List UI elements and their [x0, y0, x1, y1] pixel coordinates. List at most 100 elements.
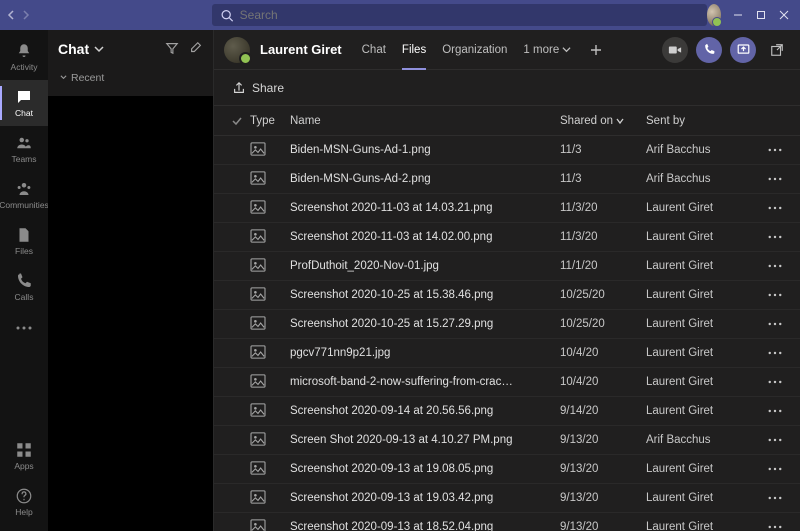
file-sent-by: Laurent Giret	[646, 347, 756, 359]
file-row-more-button[interactable]	[756, 380, 782, 384]
row-checkbox[interactable]	[224, 144, 250, 156]
file-row[interactable]: Screenshot 2020-10-25 at 15.27.29.png10/…	[214, 310, 800, 339]
rail-calls[interactable]: Calls	[0, 264, 48, 310]
window-close-button[interactable]	[773, 0, 796, 30]
window-maximize-button[interactable]	[750, 0, 773, 30]
file-row[interactable]: Screenshot 2020-09-13 at 19.03.42.png9/1…	[214, 484, 800, 513]
tab-files[interactable]: Files	[394, 30, 434, 70]
file-row-more-button[interactable]	[756, 351, 782, 355]
file-row-more-button[interactable]	[756, 438, 782, 442]
file-row-more-button[interactable]	[756, 496, 782, 500]
chat-panel-title[interactable]: Chat	[58, 41, 89, 57]
audio-call-button[interactable]	[696, 37, 722, 63]
rail-more[interactable]	[0, 310, 48, 346]
file-row[interactable]: Screenshot 2020-09-14 at 20.56.56.png9/1…	[214, 397, 800, 426]
file-row[interactable]: Biden-MSN-Guns-Ad-1.png11/3Arif Bacchus	[214, 136, 800, 165]
search-icon	[220, 9, 234, 22]
file-name[interactable]: Screenshot 2020-10-25 at 15.38.46.png	[290, 289, 560, 301]
file-name[interactable]: microsoft-band-2-now-suffering-from-crac…	[290, 376, 560, 388]
row-checkbox[interactable]	[224, 521, 250, 531]
row-checkbox[interactable]	[224, 289, 250, 301]
column-shared-on[interactable]: Shared on	[560, 115, 646, 127]
row-checkbox[interactable]	[224, 231, 250, 243]
file-name[interactable]: Screenshot 2020-11-03 at 14.02.00.png	[290, 231, 560, 243]
file-row[interactable]: pgcv771nn9p21.jpg10/4/20Laurent Giret	[214, 339, 800, 368]
file-row-more-button[interactable]	[756, 467, 782, 471]
new-chat-button[interactable]	[189, 41, 203, 58]
file-type-icon	[250, 258, 290, 275]
row-checkbox[interactable]	[224, 202, 250, 214]
window-minimize-button[interactable]	[727, 0, 750, 30]
file-row[interactable]: Screen Shot 2020-09-13 at 4.10.27 PM.png…	[214, 426, 800, 455]
row-checkbox[interactable]	[224, 376, 250, 388]
rail-teams[interactable]: Teams	[0, 126, 48, 172]
file-name[interactable]: pgcv771nn9p21.jpg	[290, 347, 560, 359]
file-name[interactable]: Screenshot 2020-09-13 at 18.52.04.png	[290, 521, 560, 531]
user-avatar[interactable]	[707, 4, 721, 26]
tab-more[interactable]: 1 more	[515, 30, 579, 70]
file-row[interactable]: Screenshot 2020-11-03 at 14.03.21.png11/…	[214, 194, 800, 223]
file-row[interactable]: Biden-MSN-Guns-Ad-2.png11/3Arif Bacchus	[214, 165, 800, 194]
file-row[interactable]: microsoft-band-2-now-suffering-from-crac…	[214, 368, 800, 397]
row-checkbox[interactable]	[224, 405, 250, 417]
file-row-more-button[interactable]	[756, 322, 782, 326]
file-row[interactable]: Screenshot 2020-09-13 at 19.08.05.png9/1…	[214, 455, 800, 484]
file-row[interactable]: ProfDuthoit_2020-Nov-01.jpg11/1/20Lauren…	[214, 252, 800, 281]
row-checkbox[interactable]	[224, 260, 250, 272]
row-checkbox[interactable]	[224, 318, 250, 330]
file-row-more-button[interactable]	[756, 409, 782, 413]
rail-communities[interactable]: Communities	[0, 172, 48, 218]
file-row-more-button[interactable]	[756, 206, 782, 210]
file-name[interactable]: Screenshot 2020-09-13 at 19.08.05.png	[290, 463, 560, 475]
row-checkbox[interactable]	[224, 492, 250, 504]
contact-avatar[interactable]	[224, 37, 250, 63]
rail-chat[interactable]: Chat	[0, 80, 48, 126]
file-name[interactable]: Screenshot 2020-09-13 at 19.03.42.png	[290, 492, 560, 504]
column-name[interactable]: Name	[290, 115, 560, 127]
file-row-more-button[interactable]	[756, 264, 782, 268]
recent-section-header[interactable]: Recent	[48, 68, 213, 88]
back-button[interactable]	[6, 5, 19, 25]
row-checkbox[interactable]	[224, 347, 250, 359]
file-name[interactable]: Screenshot 2020-11-03 at 14.03.21.png	[290, 202, 560, 214]
popout-button[interactable]	[764, 37, 790, 63]
filter-button[interactable]	[165, 41, 179, 58]
file-row-more-button[interactable]	[756, 525, 782, 529]
select-all-checkbox[interactable]	[224, 115, 250, 127]
tab-organization[interactable]: Organization	[434, 30, 515, 70]
file-row-more-button[interactable]	[756, 293, 782, 297]
file-name[interactable]: Screenshot 2020-10-25 at 15.27.29.png	[290, 318, 560, 330]
file-row[interactable]: Screenshot 2020-11-03 at 14.02.00.png11/…	[214, 223, 800, 252]
rail-files[interactable]: Files	[0, 218, 48, 264]
search-input[interactable]	[240, 8, 699, 22]
row-checkbox[interactable]	[224, 463, 250, 475]
file-name[interactable]: Screenshot 2020-09-14 at 20.56.56.png	[290, 405, 560, 417]
file-sent-by: Laurent Giret	[646, 318, 756, 330]
tab-chat[interactable]: Chat	[354, 30, 394, 70]
row-checkbox[interactable]	[224, 173, 250, 185]
file-sent-by: Laurent Giret	[646, 231, 756, 243]
rail-apps[interactable]: Apps	[0, 433, 48, 479]
file-row[interactable]: Screenshot 2020-09-13 at 18.52.04.png9/1…	[214, 513, 800, 531]
share-button[interactable]: Share	[232, 81, 284, 95]
file-row-more-button[interactable]	[756, 148, 782, 152]
chevron-down-icon[interactable]	[94, 41, 104, 57]
column-type[interactable]: Type	[250, 115, 290, 127]
rail-help[interactable]: Help	[0, 479, 48, 525]
screen-share-button[interactable]	[730, 37, 756, 63]
rail-activity[interactable]: Activity	[0, 34, 48, 80]
add-tab-button[interactable]	[583, 37, 609, 63]
file-name[interactable]: ProfDuthoit_2020-Nov-01.jpg	[290, 260, 560, 272]
file-row-more-button[interactable]	[756, 235, 782, 239]
file-name[interactable]: Biden-MSN-Guns-Ad-2.png	[290, 173, 560, 185]
video-call-button[interactable]	[662, 37, 688, 63]
file-row-more-button[interactable]	[756, 177, 782, 181]
file-row[interactable]: Screenshot 2020-10-25 at 15.38.46.png10/…	[214, 281, 800, 310]
file-name[interactable]: Screen Shot 2020-09-13 at 4.10.27 PM.png	[290, 434, 560, 446]
column-sent-by[interactable]: Sent by	[646, 115, 756, 127]
row-checkbox[interactable]	[224, 434, 250, 446]
contact-name[interactable]: Laurent Giret	[260, 42, 342, 57]
file-name[interactable]: Biden-MSN-Guns-Ad-1.png	[290, 144, 560, 156]
file-sent-by: Arif Bacchus	[646, 434, 756, 446]
search-box[interactable]	[212, 4, 707, 26]
